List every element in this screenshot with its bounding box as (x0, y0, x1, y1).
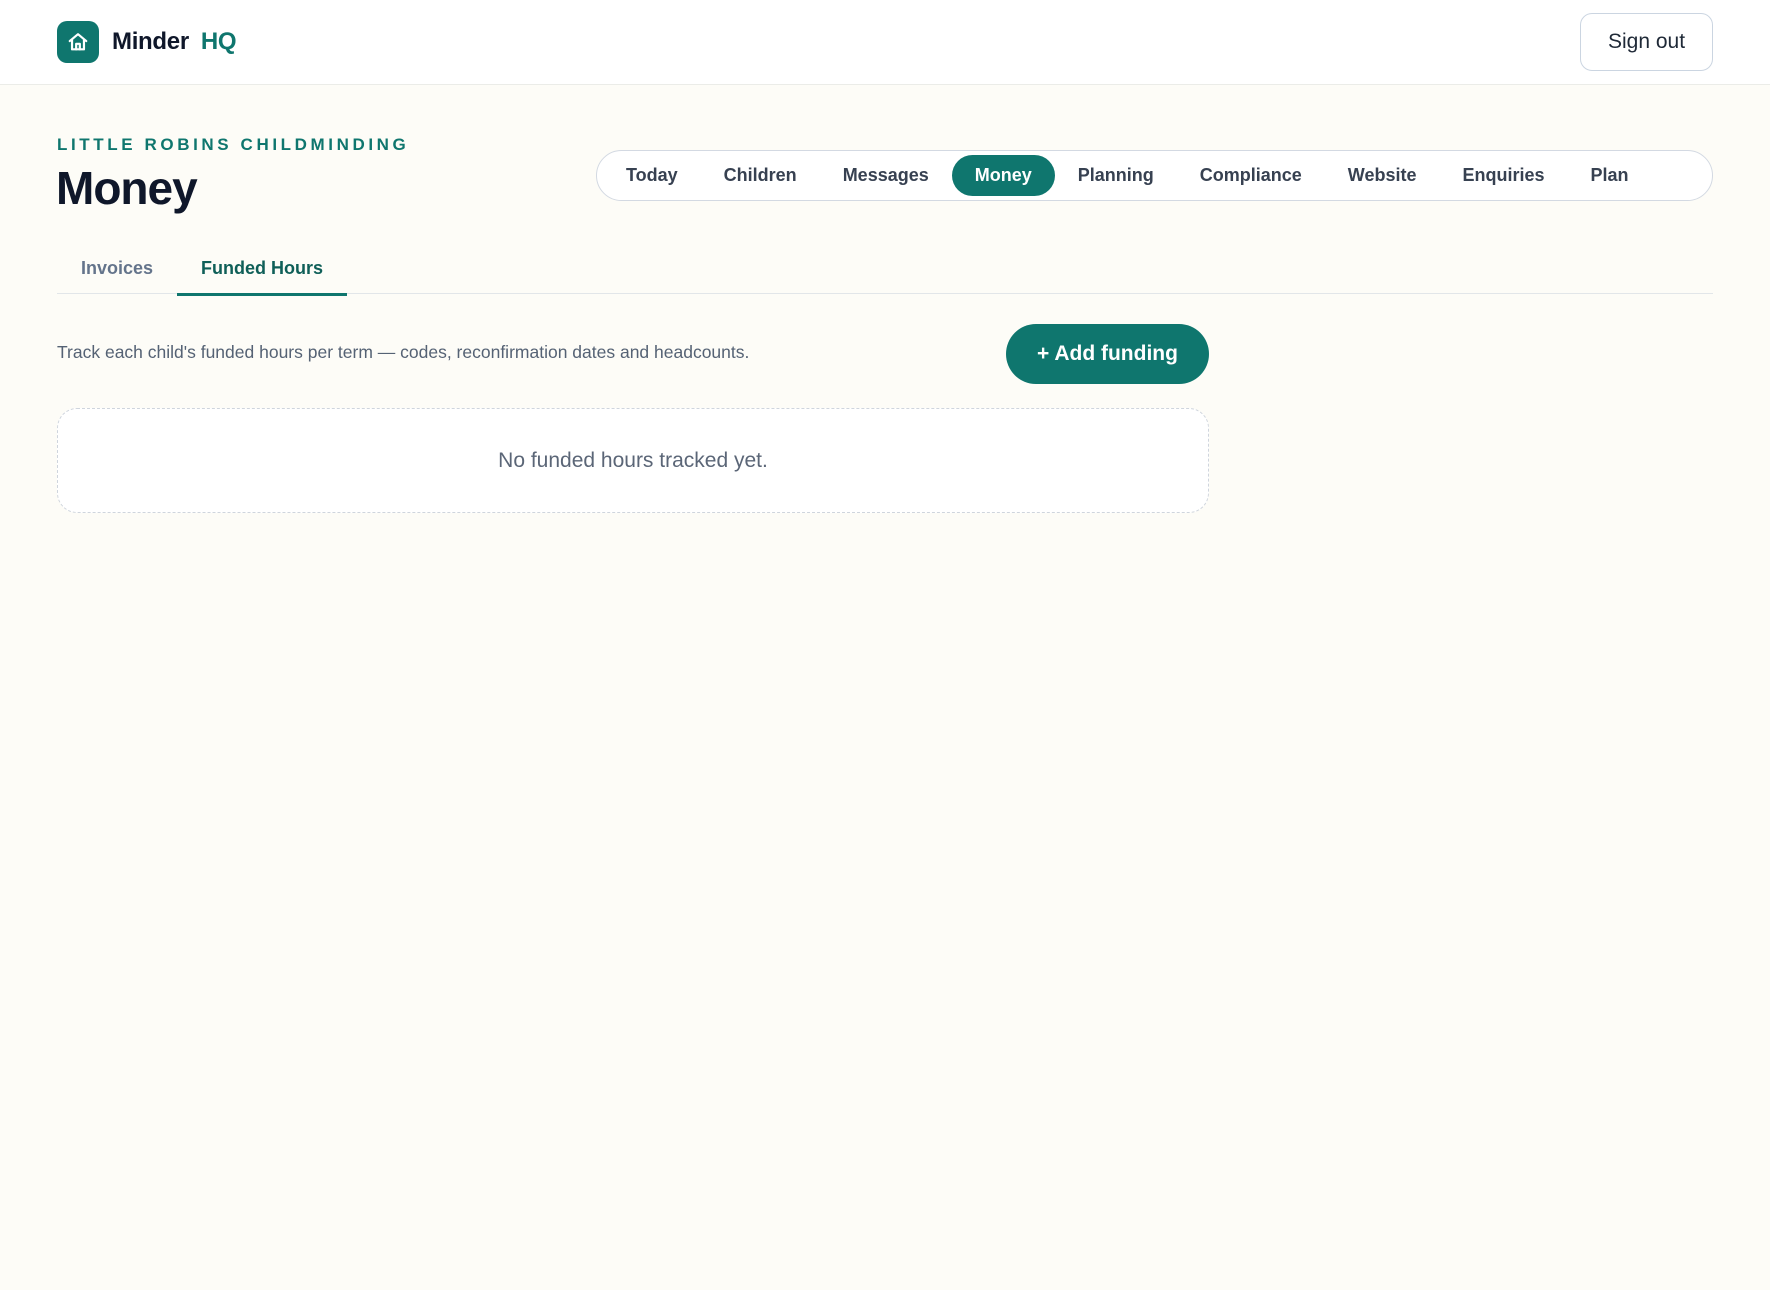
sign-out-button[interactable]: Sign out (1580, 13, 1713, 71)
nav-item-messages[interactable]: Messages (820, 155, 952, 196)
org-name: LITTLE ROBINS CHILDMINDING (57, 135, 410, 154)
nav-item-children[interactable]: Children (701, 155, 820, 196)
funded-hours-description: Track each child's funded hours per term… (57, 342, 750, 362)
brand-name: Minder (112, 28, 189, 55)
nav-item-enquiries[interactable]: Enquiries (1439, 155, 1567, 196)
tab-funded-hours[interactable]: Funded Hours (177, 242, 348, 296)
main-nav: Today Children Messages Money Planning C… (596, 150, 1713, 201)
page-title: Money (56, 162, 198, 214)
nav-item-website[interactable]: Website (1325, 155, 1440, 196)
add-funding-button[interactable]: + Add funding (1006, 324, 1209, 384)
tab-invoices[interactable]: Invoices (57, 242, 177, 294)
empty-state-text: No funded hours tracked yet. (498, 448, 768, 472)
nav-item-money[interactable]: Money (951, 155, 1055, 196)
brand[interactable]: Minder HQ (57, 21, 237, 63)
nav-item-compliance[interactable]: Compliance (1177, 155, 1325, 196)
brand-accent: HQ (200, 28, 237, 55)
nav-item-plan[interactable]: Plan (1568, 155, 1652, 196)
money-subtabs: Invoices Funded Hours (57, 242, 1713, 296)
nav-item-today[interactable]: Today (603, 155, 701, 196)
top-bar: Minder HQ Sign out (0, 0, 1770, 85)
home-icon (57, 21, 99, 63)
nav-item-planning[interactable]: Planning (1055, 155, 1177, 196)
empty-state: No funded hours tracked yet. (57, 408, 1209, 513)
